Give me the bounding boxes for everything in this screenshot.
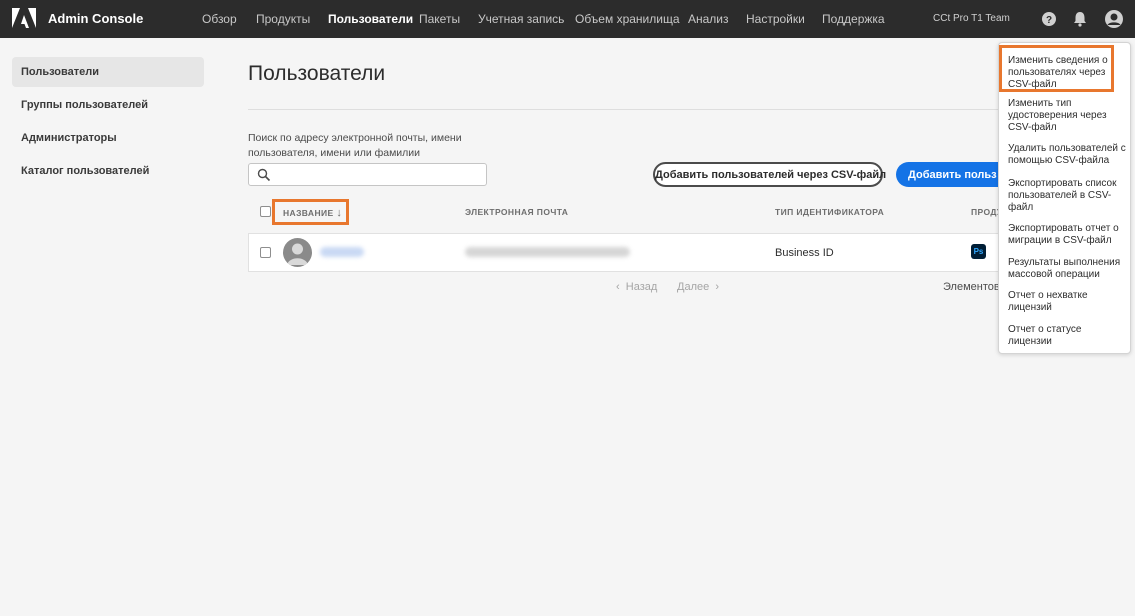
menu-item-license-shortage-report[interactable]: Отчет о нехватке лицензий — [1008, 290, 1126, 314]
sidebar-item-users[interactable]: Пользователи — [12, 57, 204, 87]
nav-storage[interactable]: Объем хранилища — [575, 12, 680, 26]
menu-item-remove-users-csv[interactable]: Удалить пользователей с помощью CSV-файл… — [1008, 143, 1126, 167]
pager-next-label: Далее — [677, 281, 710, 293]
nav-users[interactable]: Пользователи — [328, 12, 413, 26]
select-all-checkbox[interactable] — [260, 206, 271, 217]
app-title[interactable]: Admin Console — [48, 11, 143, 26]
column-header-id-type[interactable]: ТИП ИДЕНТИФИКАТОРА — [775, 207, 884, 217]
user-name-redacted[interactable] — [320, 247, 364, 257]
divider — [248, 109, 1028, 110]
column-header-name[interactable]: НАЗВАНИЕ ↓ — [283, 207, 342, 219]
menu-item-bulk-results[interactable]: Результаты выполнения массовой операции — [1008, 257, 1126, 281]
user-id-type: Business ID — [775, 247, 834, 259]
nav-settings[interactable]: Настройки — [746, 12, 805, 26]
menu-item-edit-users-csv[interactable]: Изменить сведения о пользователях через … — [1008, 55, 1126, 91]
avatar — [283, 238, 312, 267]
org-switcher[interactable]: CCt Pro T1 Team — [933, 13, 1010, 24]
nav-support[interactable]: Поддержка — [822, 12, 885, 26]
nav-products[interactable]: Продукты — [256, 12, 310, 26]
pager-previous[interactable]: ‹ Назад — [616, 281, 657, 293]
photoshop-icon: Ps — [971, 244, 986, 259]
menu-item-export-migration-csv[interactable]: Экспортировать отчет о миграции в CSV-фа… — [1008, 223, 1126, 247]
adobe-logo-icon[interactable] — [12, 8, 36, 30]
search-input[interactable] — [277, 166, 477, 183]
sidebar-item-user-groups[interactable]: Группы пользователей — [12, 90, 204, 120]
sidebar-item-directory[interactable]: Каталог пользователей — [12, 156, 204, 186]
chevron-left-icon: ‹ — [616, 281, 620, 293]
add-users-csv-button[interactable]: Добавить пользователей через CSV-файл — [653, 162, 886, 187]
svg-text:?: ? — [1046, 15, 1052, 26]
nav-insights[interactable]: Анализ — [688, 12, 729, 26]
pager-next[interactable]: Далее › — [677, 281, 719, 293]
column-header-name-label: НАЗВАНИЕ — [283, 208, 334, 218]
nav-overview[interactable]: Обзор — [202, 12, 237, 26]
pager-previous-label: Назад — [625, 281, 658, 293]
search-label: Поиск по адресу электронной почты, имени… — [248, 132, 462, 159]
bell-icon[interactable] — [1071, 10, 1089, 28]
menu-item-license-status-report[interactable]: Отчет о статусе лицензии — [1008, 324, 1126, 348]
search-icon — [257, 168, 271, 182]
profile-icon[interactable] — [1104, 9, 1124, 29]
chevron-right-icon: › — [715, 281, 720, 293]
row-checkbox[interactable] — [260, 247, 271, 258]
page-title: Пользователи — [248, 62, 386, 85]
help-icon[interactable]: ? — [1040, 10, 1058, 28]
column-header-email[interactable]: ЭЛЕКТРОННАЯ ПОЧТА — [465, 207, 568, 217]
sidebar-item-administrators[interactable]: Администраторы — [12, 123, 204, 153]
top-navigation-bar: Admin Console Обзор Продукты Пользовател… — [0, 0, 1135, 38]
user-email-redacted — [465, 247, 630, 257]
nav-account[interactable]: Учетная запись — [478, 12, 564, 26]
more-actions-menu: Изменить сведения о пользователях через … — [998, 42, 1131, 354]
menu-item-change-id-type-csv[interactable]: Изменить тип удостоверения через CSV-фай… — [1008, 98, 1126, 134]
nav-packages[interactable]: Пакеты — [419, 12, 460, 26]
user-silhouette-icon — [287, 243, 308, 265]
menu-item-export-users-csv[interactable]: Экспортировать список пользователей в CS… — [1008, 178, 1126, 214]
sort-down-icon[interactable]: ↓ — [336, 207, 342, 219]
search-field[interactable] — [248, 163, 487, 186]
